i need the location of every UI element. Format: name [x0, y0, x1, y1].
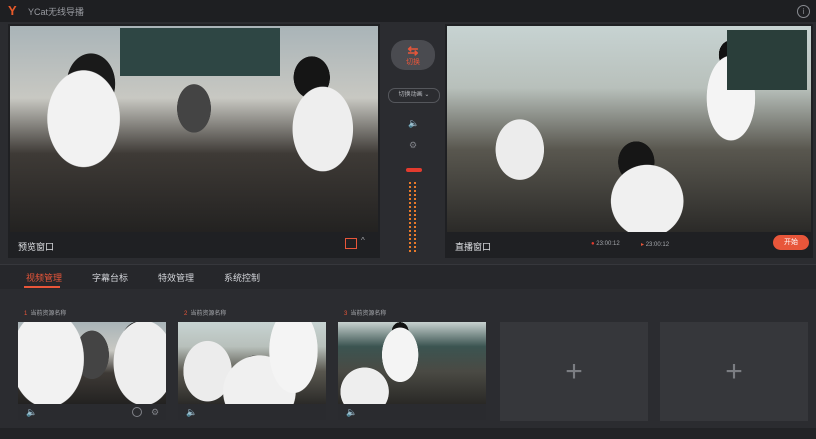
- live-panel: 直播窗口 ● 23:00:12 ▸ 23:00:12: [445, 24, 813, 258]
- info-icon[interactable]: i: [797, 5, 810, 18]
- source-3-toolbar: 🔈: [338, 404, 486, 420]
- live-time-value: 23:00:12: [645, 242, 670, 248]
- source-3-thumbnail[interactable]: [338, 322, 486, 404]
- title-bar: Y YCat无线导播 i: [0, 0, 816, 22]
- tab-subtitles-logo[interactable]: 字幕台标: [92, 271, 128, 284]
- source-2-toolbar: 🔈: [178, 404, 326, 420]
- source-1-name: 当前资源名称: [30, 311, 67, 317]
- source-2-index: 2: [184, 311, 188, 317]
- preview-label: 预览窗口: [18, 242, 55, 252]
- plus-icon: +: [565, 355, 583, 388]
- switch-button[interactable]: ⇆ 切换: [391, 40, 435, 70]
- source-3-label: 3 当前资源名称: [344, 308, 386, 317]
- recording-time: ● 23:00:12: [591, 241, 620, 247]
- chevron-up-icon[interactable]: ^: [361, 236, 365, 245]
- source-1-thumbnail[interactable]: [18, 322, 166, 404]
- speaker-icon[interactable]: 🔈: [408, 118, 419, 128]
- source-3-index: 3: [344, 311, 348, 317]
- source-1-label: 1 当前资源名称: [24, 308, 66, 317]
- audio-meter-left: [409, 182, 411, 254]
- live-time: ▸ 23:00:12: [641, 242, 670, 248]
- source-1-index: 1: [24, 311, 28, 317]
- source-1-toolbar: 🔈 ⚙: [18, 404, 166, 420]
- transition-dropdown[interactable]: 切换动画 ⌄: [388, 88, 440, 103]
- recording-time-value: 23:00:12: [596, 241, 620, 247]
- bottom-bar: [0, 428, 816, 439]
- add-source-slot-2[interactable]: +: [660, 322, 808, 421]
- source-2-label: 2 当前资源名称: [184, 308, 226, 317]
- live-label: 直播窗口: [455, 242, 492, 252]
- source-tile-2[interactable]: 🔈: [178, 322, 326, 420]
- layout-icon[interactable]: [345, 238, 357, 249]
- tab-effects[interactable]: 特效管理: [158, 271, 194, 284]
- chevron-down-icon: ⌄: [424, 92, 430, 98]
- preview-panel: 预览窗口 ^: [8, 24, 380, 258]
- switch-controls: ⇆ 切换 切换动画 ⌄ 🔈 ⚙: [382, 26, 444, 258]
- audio-indicator: [406, 168, 422, 172]
- start-button[interactable]: 开始: [773, 235, 809, 250]
- source-2-thumbnail[interactable]: [178, 322, 326, 404]
- gear-icon[interactable]: ⚙: [150, 407, 160, 417]
- preview-video[interactable]: [10, 26, 378, 232]
- source-tile-1[interactable]: 🔈 ⚙: [18, 322, 166, 420]
- audio-meter-right: [414, 182, 416, 254]
- active-tab-indicator: [24, 286, 60, 288]
- tab-bar: 视频管理 字幕台标 特效管理 系统控制: [0, 264, 816, 289]
- chalkboard: [120, 28, 280, 76]
- gear-icon[interactable]: ⚙: [408, 140, 418, 150]
- app-title: YCat无线导播: [28, 6, 85, 17]
- speaker-icon[interactable]: 🔈: [26, 407, 37, 417]
- switch-label: 切换: [406, 59, 420, 66]
- speaker-icon[interactable]: 🔈: [186, 407, 197, 417]
- start-label: 开始: [784, 239, 798, 246]
- add-source-slot-1[interactable]: +: [500, 322, 648, 421]
- close-circle-icon[interactable]: [132, 407, 142, 417]
- transition-select-label: 切换动画: [398, 92, 423, 98]
- tab-system-control[interactable]: 系统控制: [224, 271, 260, 284]
- live-video[interactable]: [447, 26, 811, 232]
- app-logo: Y: [8, 3, 17, 18]
- source-tile-3[interactable]: 🔈: [338, 322, 486, 420]
- chalkboard: [727, 30, 807, 90]
- source-2-name: 当前资源名称: [190, 311, 227, 317]
- speaker-icon[interactable]: 🔈: [346, 407, 357, 417]
- plus-icon: +: [725, 355, 743, 388]
- source-3-name: 当前资源名称: [350, 311, 387, 317]
- tab-video-management[interactable]: 视频管理: [26, 271, 62, 284]
